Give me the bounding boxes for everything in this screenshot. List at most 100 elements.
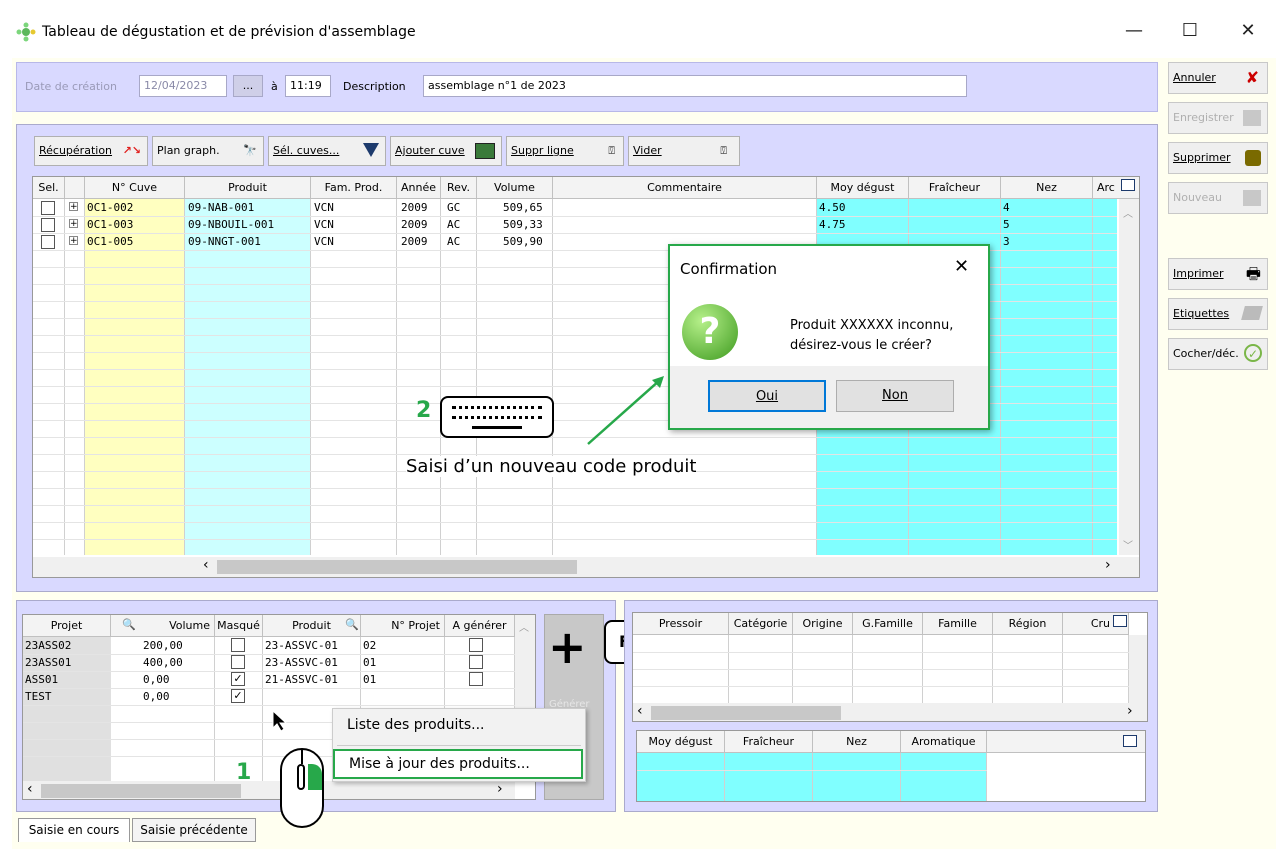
description-field[interactable]: assemblage n°1 de 2023 [423, 75, 967, 97]
scroll-down-icon[interactable]: ﹀ [1123, 537, 1133, 552]
time-field[interactable]: 11:19 [285, 75, 331, 97]
cell-volume[interactable]: 400,00 [143, 654, 183, 671]
header-num-projet[interactable]: N° Projet [361, 615, 445, 637]
header-moy[interactable]: Moy dégust [637, 731, 725, 753]
cell-fam[interactable]: VCN [314, 216, 334, 233]
expand-icon[interactable]: + [69, 219, 78, 229]
cell-nez[interactable]: 3 [1003, 233, 1010, 250]
column-chooser-icon[interactable] [1121, 179, 1135, 191]
check-toggle-button[interactable]: Cocher/déc. ✓ [1168, 338, 1268, 370]
masked-checkbox[interactable] [231, 638, 245, 652]
header-pressoir[interactable]: Pressoir [633, 613, 729, 635]
expand-icon[interactable]: + [69, 202, 78, 212]
column-chooser-icon[interactable] [1113, 615, 1127, 627]
generate-checkbox[interactable] [469, 638, 483, 652]
scroll-right-icon[interactable]: › [497, 781, 503, 797]
recovery-button[interactable]: Récupération ↗↘ [34, 136, 148, 166]
header-origine[interactable]: Origine [793, 613, 853, 635]
cell-num[interactable]: 01 [363, 671, 376, 688]
cell-produit[interactable]: 09-NNGT-001 [188, 233, 261, 250]
row-select-checkbox[interactable] [41, 201, 55, 215]
cell-volume[interactable]: 509,90 [503, 233, 543, 250]
scroll-right-icon[interactable]: › [1127, 703, 1133, 719]
header-moy[interactable]: Moy dégust [817, 177, 909, 199]
header-categorie[interactable]: Catégorie [729, 613, 793, 635]
cell-rev[interactable]: GC [447, 199, 460, 216]
header-volume[interactable]: Volume [477, 177, 553, 199]
maximize-button[interactable]: ☐ [1170, 16, 1210, 46]
cell-moy[interactable]: 4.75 [819, 216, 846, 233]
cell-projet[interactable]: 23ASS02 [25, 637, 71, 654]
no-button[interactable]: Non [836, 380, 954, 412]
attribute-v-scrollbar[interactable] [1129, 635, 1147, 703]
close-button[interactable]: ✕ [1228, 16, 1268, 46]
generate-checkbox[interactable] [469, 672, 483, 686]
scroll-thumb[interactable] [217, 560, 577, 574]
scroll-thumb[interactable] [651, 706, 841, 720]
header-fraicheur[interactable]: Fraîcheur [725, 731, 813, 753]
header-produit[interactable]: Produit [185, 177, 311, 199]
date-field[interactable]: 12/04/2023 [139, 75, 227, 97]
header-commentaire[interactable]: Commentaire [553, 177, 817, 199]
yes-button[interactable]: Oui [708, 380, 826, 412]
horizontal-scrollbar[interactable] [33, 557, 1139, 577]
cell-num[interactable]: 01 [363, 654, 376, 671]
save-button[interactable]: Enregistrer [1168, 102, 1268, 134]
masked-checkbox-checked[interactable]: ✓ [231, 672, 245, 686]
scroll-up-icon[interactable]: ︿ [1123, 205, 1133, 220]
cell-projet[interactable]: ASS01 [25, 671, 58, 688]
header-nez[interactable]: Nez [1001, 177, 1093, 199]
graph-plan-button[interactable]: Plan graph. 🔭 [152, 136, 264, 166]
header-nez[interactable]: Nez [813, 731, 901, 753]
cell-volume[interactable]: 0,00 [143, 671, 170, 688]
row-select-checkbox[interactable] [41, 218, 55, 232]
vertical-scrollbar[interactable] [1119, 199, 1139, 555]
cell-produit[interactable]: 23-ASSVC-01 [265, 654, 338, 671]
cell-annee[interactable]: 2009 [401, 233, 428, 250]
date-picker-button[interactable]: ... [233, 75, 263, 97]
header-cuve[interactable]: N° Cuve [85, 177, 185, 199]
search-icon[interactable]: 🔍 [345, 618, 359, 631]
search-icon[interactable]: 🔍 [122, 618, 136, 631]
cell-produit[interactable]: 23-ASSVC-01 [265, 637, 338, 654]
labels-button[interactable]: Etiquettes [1168, 298, 1268, 330]
cancel-button[interactable]: Annuler ✘ [1168, 62, 1268, 94]
scroll-right-icon[interactable]: › [1105, 557, 1111, 573]
menu-item-update-products[interactable]: Mise à jour des produits... [333, 749, 583, 779]
generate-checkbox[interactable] [469, 655, 483, 669]
header-famprod[interactable]: Fam. Prod. [311, 177, 397, 199]
minimize-button[interactable]: — [1114, 16, 1154, 46]
header-region[interactable]: Région [993, 613, 1063, 635]
header-sel[interactable]: Sel. [33, 177, 65, 199]
cell-produit[interactable]: 09-NAB-001 [188, 199, 254, 216]
masked-checkbox[interactable] [231, 655, 245, 669]
scroll-thumb[interactable] [41, 784, 241, 798]
scroll-left-icon[interactable]: ‹ [27, 781, 33, 797]
cell-projet[interactable]: 23ASS01 [25, 654, 71, 671]
column-chooser-icon[interactable] [1123, 735, 1137, 747]
tab-current-entry[interactable]: Saisie en cours [18, 818, 130, 842]
cell-nez[interactable]: 5 [1003, 216, 1010, 233]
header-fraicheur[interactable]: Fraîcheur [909, 177, 1001, 199]
row-select-checkbox[interactable] [41, 235, 55, 249]
expand-icon[interactable]: + [69, 236, 78, 246]
header-rev[interactable]: Rev. [441, 177, 477, 199]
cell-produit[interactable]: 09-NBOUIL-001 [188, 216, 274, 233]
delete-line-button[interactable]: Suppr ligne ⍔ [506, 136, 624, 166]
header-aromatique[interactable]: Aromatique [901, 731, 987, 753]
scroll-up-icon[interactable]: ︿ [519, 619, 529, 634]
print-button[interactable]: Imprimer 🖶 [1168, 258, 1268, 290]
scroll-left-icon[interactable]: ‹ [637, 703, 643, 719]
cell-cuve[interactable]: 0C1-003 [87, 216, 133, 233]
cell-annee[interactable]: 2009 [401, 199, 428, 216]
cell-projet[interactable]: TEST [25, 688, 52, 705]
cell-num[interactable]: 02 [363, 637, 376, 654]
tab-previous-entry[interactable]: Saisie précédente [132, 818, 256, 842]
header-famille[interactable]: Famille [923, 613, 993, 635]
menu-item-product-list[interactable]: Liste des produits... [347, 717, 484, 733]
cell-cuve[interactable]: 0C1-002 [87, 199, 133, 216]
cell-cuve[interactable]: 0C1-005 [87, 233, 133, 250]
cell-volume[interactable]: 200,00 [143, 637, 183, 654]
add-tank-button[interactable]: Ajouter cuve [390, 136, 502, 166]
cell-nez[interactable]: 4 [1003, 199, 1010, 216]
